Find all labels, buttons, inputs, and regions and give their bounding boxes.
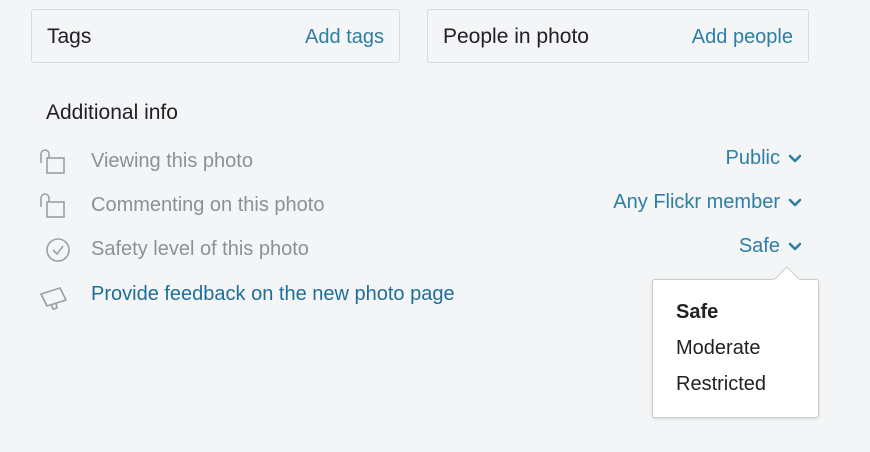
- viewing-row: Viewing this photo Public: [38, 144, 802, 180]
- safety-row: Safety level of this photo Safe: [38, 232, 802, 268]
- dropdown-pointer: [773, 266, 801, 282]
- additional-info-title: Additional info: [46, 101, 178, 124]
- tags-title: Tags: [47, 25, 92, 48]
- safety-option-moderate[interactable]: Moderate: [676, 337, 761, 360]
- feedback-link[interactable]: Provide feedback on the new photo page: [91, 283, 455, 306]
- safety-label: Safety level of this photo: [91, 238, 309, 260]
- viewing-value: Public: [725, 147, 780, 169]
- safety-option-safe[interactable]: Safe: [676, 301, 718, 324]
- commenting-value: Any Flickr member: [613, 191, 780, 213]
- unlock-icon: [40, 193, 65, 218]
- safety-option-restricted[interactable]: Restricted: [676, 373, 766, 396]
- chevron-down-icon: [788, 154, 802, 162]
- viewing-label: Viewing this photo: [91, 150, 253, 172]
- safety-level-dropdown[interactable]: Safe: [739, 235, 802, 258]
- add-people-link[interactable]: Add people: [692, 26, 793, 49]
- unlock-icon: [40, 149, 65, 174]
- people-title: People in photo: [443, 25, 589, 48]
- tags-card: Tags Add tags: [31, 9, 400, 63]
- commenting-label: Commenting on this photo: [91, 194, 325, 216]
- commenting-row: Commenting on this photo Any Flickr memb…: [38, 188, 802, 224]
- check-circle-icon: [46, 238, 70, 262]
- people-card: People in photo Add people: [427, 9, 809, 63]
- viewing-privacy-dropdown[interactable]: Public: [726, 147, 802, 170]
- add-tags-link[interactable]: Add tags: [305, 26, 384, 49]
- commenting-privacy-dropdown[interactable]: Any Flickr member: [613, 191, 802, 214]
- safety-value: Safe: [738, 235, 780, 257]
- chevron-down-icon: [788, 198, 802, 206]
- megaphone-icon: [40, 287, 67, 310]
- chevron-down-icon: [788, 242, 802, 250]
- safety-dropdown-menu: Safe Moderate Restricted: [652, 279, 819, 418]
